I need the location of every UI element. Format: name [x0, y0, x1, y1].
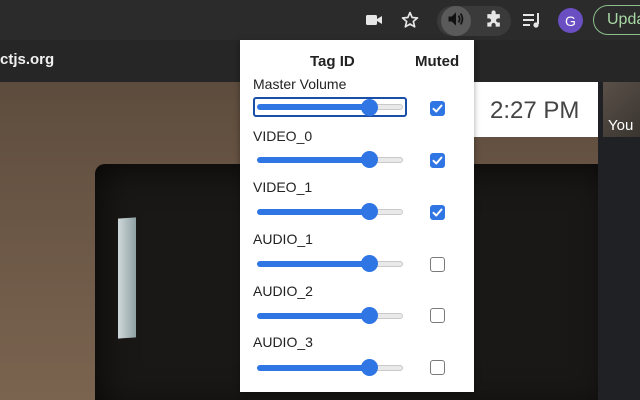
- header-tag-id: Tag ID: [310, 53, 355, 70]
- slider-fill: [257, 209, 371, 215]
- mute-checkbox[interactable]: [430, 257, 445, 272]
- slider-thumb[interactable]: [361, 203, 378, 220]
- slider-fill: [257, 157, 371, 163]
- mute-checkbox[interactable]: [430, 153, 445, 168]
- avatar[interactable]: G: [558, 8, 583, 33]
- row-label: VIDEO_0: [253, 128, 313, 144]
- slider-thumb[interactable]: [361, 255, 378, 272]
- self-label: You: [608, 117, 634, 134]
- speaker-extension-button[interactable]: [441, 6, 471, 36]
- volume-slider[interactable]: [255, 358, 407, 376]
- clock-time: 2:27 PM: [490, 97, 580, 124]
- volume-slider[interactable]: [253, 97, 407, 117]
- site-name: ctjs.org: [0, 51, 55, 68]
- row-label: VIDEO_1: [253, 179, 313, 195]
- row-label: AUDIO_3: [253, 334, 313, 350]
- row-label: Master Volume: [253, 76, 347, 92]
- volume-slider[interactable]: [255, 254, 407, 272]
- media-queue-icon[interactable]: [520, 8, 544, 32]
- volume-slider[interactable]: [255, 306, 407, 324]
- row-label: AUDIO_2: [253, 283, 313, 299]
- slider-thumb[interactable]: [361, 307, 378, 324]
- volume-popup: Tag ID Muted Master Volume VIDEO_0 VIDEO…: [240, 40, 474, 392]
- volume-slider[interactable]: [255, 202, 407, 220]
- mute-checkbox[interactable]: [430, 308, 445, 323]
- mute-checkbox[interactable]: [430, 101, 445, 116]
- volume-slider[interactable]: [255, 150, 407, 168]
- slider-fill: [257, 104, 371, 110]
- update-button[interactable]: Upda: [593, 5, 640, 35]
- extensions-puzzle-icon[interactable]: [482, 8, 506, 32]
- slider-fill: [257, 261, 371, 267]
- slider-thumb[interactable]: [361, 359, 378, 376]
- video-window-light: [118, 217, 136, 339]
- slider-thumb[interactable]: [361, 99, 378, 116]
- browser-toolbar: G Upda: [0, 0, 640, 40]
- bookmark-star-icon[interactable]: [398, 8, 422, 32]
- speaker-icon: [446, 9, 466, 34]
- slider-thumb[interactable]: [361, 151, 378, 168]
- row-label: AUDIO_1: [253, 231, 313, 247]
- camera-icon[interactable]: [362, 8, 386, 32]
- header-muted: Muted: [415, 53, 460, 70]
- mute-checkbox[interactable]: [430, 205, 445, 220]
- slider-fill: [257, 313, 371, 319]
- screen: G Upda ctjs.org 2:27 PM You Tag ID Muted…: [0, 0, 640, 400]
- mute-checkbox[interactable]: [430, 360, 445, 375]
- slider-fill: [257, 365, 371, 371]
